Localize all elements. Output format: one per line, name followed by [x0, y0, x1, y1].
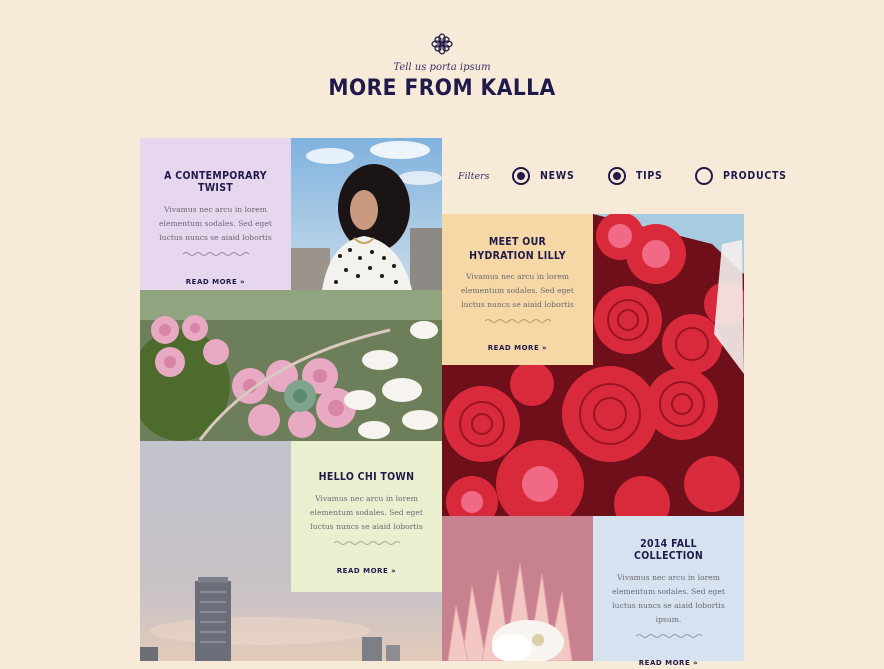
- section-title: MORE FROM KALLA: [328, 76, 556, 101]
- card-hydration-lilly-overlay: MEET OUR HYDRATION LILLY Vivamus nec arc…: [442, 214, 593, 365]
- card-title: 2014 FALL COLLECTION: [633, 538, 704, 562]
- flower-logo-icon: [431, 33, 453, 55]
- card-title: HELLO CHI TOWN: [318, 471, 415, 483]
- filter-tips[interactable]: TIPS: [607, 167, 666, 185]
- read-more-link[interactable]: READ MORE »: [337, 567, 396, 575]
- card-text-line: elementum sodales. Sed eget: [461, 286, 574, 295]
- card-title-line: MEET OUR: [488, 236, 547, 248]
- filter-label: PRODUCTS: [723, 170, 788, 182]
- card-text-line: Vivamus nec arcu in lorem: [315, 494, 418, 503]
- card-text-line: ipsum.: [655, 615, 682, 624]
- card-text-line: Vivamus nec arcu in lorem: [617, 573, 720, 582]
- card-text-line: Vivamus nec arcu in lorem: [164, 205, 267, 214]
- woman-flowers-photo[interactable]: [290, 138, 442, 290]
- read-more-link[interactable]: READ MORE »: [488, 344, 547, 352]
- filter-products[interactable]: PRODUCTS: [695, 167, 794, 185]
- radio-unchecked-icon[interactable]: [695, 167, 714, 185]
- filters-bar: Filters NEWS TIPS PRODUCTS: [458, 164, 824, 188]
- filter-label: NEWS: [539, 170, 575, 182]
- wavy-divider: [333, 541, 400, 545]
- filter-news[interactable]: NEWS: [511, 167, 578, 185]
- wavy-divider: [182, 252, 249, 256]
- wavy-divider: [635, 634, 702, 638]
- card-text-line: luctus nuncs se aiaid lobortis: [159, 233, 272, 242]
- card-title: A CONTEMPORARY TWIST: [164, 170, 267, 194]
- protea-flower-photo[interactable]: [442, 516, 593, 661]
- read-more-link[interactable]: READ MORE »: [186, 278, 245, 286]
- card-hello-chi-town: HELLO CHI TOWN Vivamus nec arcu in lorem…: [291, 441, 442, 592]
- section-subtitle: Tell us porta ipsum: [393, 62, 491, 73]
- radio-checked-icon[interactable]: [511, 167, 530, 185]
- card-title-line: HYDRATION LILLY: [469, 250, 566, 262]
- pink-flowers-photo[interactable]: [140, 290, 442, 441]
- card-text-line: luctus nuncs se aiaid lobortis: [612, 601, 725, 610]
- filters-label: Filters: [458, 170, 490, 182]
- card-text-line: elementum sodales. Sed eget: [612, 587, 725, 596]
- filter-label: TIPS: [635, 170, 663, 182]
- card-contemporary-twist: A CONTEMPORARY TWIST Vivamus nec arcu in…: [140, 138, 291, 290]
- card-text-line: luctus nuncs se aiaid lobortis: [461, 300, 574, 309]
- card-text-line: elementum sodales. Sed eget: [159, 219, 272, 228]
- card-fall-collection: 2014 FALL COLLECTION Vivamus nec arcu in…: [593, 516, 744, 667]
- wavy-divider: [484, 319, 551, 323]
- card-text-line: Vivamus nec arcu in lorem: [466, 272, 569, 281]
- card-text-line: elementum sodales. Sed eget: [310, 508, 423, 517]
- read-more-link[interactable]: READ MORE »: [639, 659, 698, 667]
- radio-checked-icon[interactable]: [607, 167, 626, 185]
- card-text-line: luctus nuncs se aiaid lobortis: [310, 522, 423, 531]
